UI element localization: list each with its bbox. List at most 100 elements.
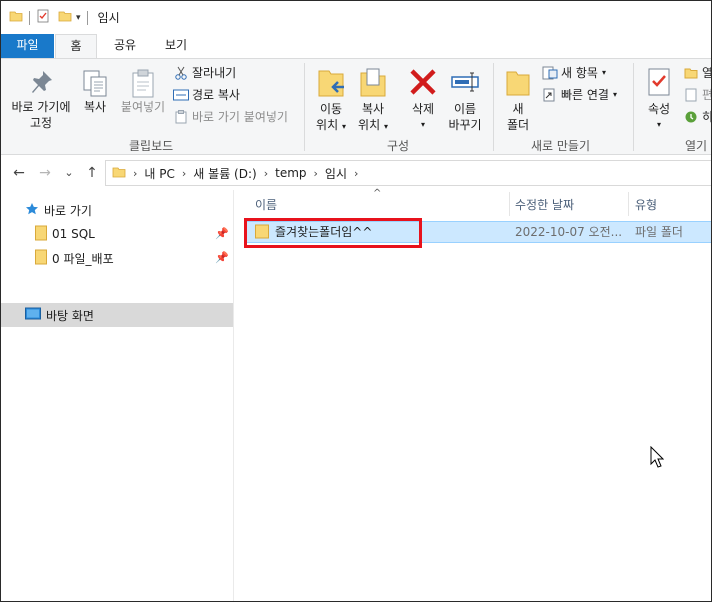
nav-quick-access[interactable]: 바로 가기 [1,199,233,221]
new-group-label: 새로 만들기 [531,139,591,153]
copy-path-button[interactable]: 경로 복사 [173,87,240,103]
breadcrumb-chevron-icon[interactable]: › [264,167,268,180]
star-icon [25,202,39,219]
new-folder-button[interactable]: 새 폴더 [501,67,535,133]
title-bar: ▾ 임시 [1,1,711,34]
desktop-icon [25,307,41,324]
open-label: 열 [702,66,712,80]
column-header-modified[interactable]: 수정한 날짜 [505,192,625,218]
copy-to-line2: 위치 [358,118,381,132]
breadcrumb-current[interactable]: 임시 [325,165,347,182]
file-list: ^ 이름 수정한 날짜 유형 즐겨찾는폴더임^^ 2022-10-07 오전..… [237,188,711,601]
breadcrumb-temp[interactable]: temp [275,166,306,180]
back-arrow-icon[interactable]: ← [9,163,29,183]
move-to-button[interactable]: 이동 위치 ▾ [311,67,351,135]
rename-button[interactable]: 이름 바꾸기 [445,67,485,133]
breadcrumb-chevron-icon[interactable]: › [182,167,186,180]
nav-item-desktop[interactable]: 바탕 화면 [1,303,233,327]
new-item-label: 새 항목 [561,66,598,80]
folder-icon[interactable] [9,9,23,26]
tab-file[interactable]: 파일 [1,34,54,58]
new-folder-icon[interactable] [58,9,72,26]
ribbon-tabs: 파일 홈 공유 보기 [1,34,711,59]
open-button[interactable]: 열 [683,65,712,81]
copy-path-label: 경로 복사 [192,88,240,102]
paste-button[interactable]: 붙여넣기 [115,69,171,115]
copy-button[interactable]: 복사 [77,69,113,115]
pin-label-line2: 고정 [29,116,53,130]
delete-dropdown-icon[interactable]: ▾ [403,117,443,133]
pin-to-quick-access-button[interactable]: 바로 가기에 고정 [5,69,77,131]
paste-shortcut-button[interactable]: 바로 가기 붙여넣기 [173,109,288,125]
recent-locations-icon[interactable]: ⌄ [59,163,79,183]
breadcrumb-chevron-icon[interactable]: › [133,167,137,180]
easy-access-label: 빠른 연결 [561,88,609,102]
rename-line1: 이름 [453,102,477,116]
nav-item-file-deploy[interactable]: 0 파일_배포 📌 [1,247,233,269]
nav-item-label: 01 SQL [52,227,95,241]
customize-dropdown-icon[interactable]: ▾ [76,13,81,23]
history-icon [683,109,699,125]
breadcrumb-this-pc[interactable]: 내 PC [144,165,174,182]
column-header-name[interactable]: 이름 [245,192,509,218]
new-item-button[interactable]: 새 항목 ▾ [542,65,606,81]
edit-button[interactable]: 편 [683,87,712,103]
nav-item-label: 0 파일_배포 [52,251,114,266]
explorer-window: ▾ 임시 파일 홈 공유 보기 바로 가기에 고정 복사 붙여넣기 잘라내기 경… [0,0,712,602]
scissors-icon [173,65,189,81]
properties-button[interactable]: 속성 ▾ [641,67,677,133]
move-to-dropdown-icon[interactable]: ▾ [342,122,346,131]
cut-label: 잘라내기 [192,66,237,80]
group-separator [304,63,305,151]
pin-icon[interactable]: 📌 [215,251,229,264]
open-icon [683,65,699,81]
column-header-type[interactable]: 유형 [625,192,711,218]
address-bar[interactable]: › 내 PC › 새 볼륨 (D:) › temp › 임시 › [105,160,711,186]
paste-label: 붙여넣기 [120,100,166,114]
pin-icon [5,69,77,99]
new-item-icon [542,65,558,81]
properties-dropdown-icon[interactable]: ▾ [641,117,677,133]
file-type: 파일 폴더 [635,225,683,239]
organize-group-label: 구성 [387,139,410,153]
up-arrow-icon[interactable]: ↑ [82,163,102,183]
rename-icon [445,67,485,101]
group-separator-2 [493,63,494,151]
paste-icon [115,69,171,99]
group-separator-3 [633,63,634,151]
nav-item-01-sql[interactable]: 01 SQL 📌 [1,223,233,245]
new-item-dropdown-icon[interactable]: ▾ [602,65,606,81]
properties-icon[interactable] [36,9,50,26]
copy-path-icon [173,87,189,103]
breadcrumb-chevron-icon[interactable]: › [354,167,358,180]
edit-label: 편 [702,88,712,102]
folder-icon [35,249,47,268]
cut-button[interactable]: 잘라내기 [173,65,236,81]
forward-arrow-icon[interactable]: → [35,163,55,183]
pin-icon[interactable]: 📌 [215,227,229,240]
breadcrumb-volume-d[interactable]: 새 볼륨 (D:) [193,165,256,182]
open-group-label: 열기 [685,139,708,153]
folder-icon [35,225,47,244]
copy-to-dropdown-icon[interactable]: ▾ [384,122,388,131]
pane-splitter[interactable] [233,190,234,601]
copy-to-button[interactable]: 복사 위치 ▾ [353,67,393,135]
tab-home[interactable]: 홈 [55,34,97,59]
file-modified: 2022-10-07 오전... [515,225,623,239]
history-button[interactable]: 히 [683,109,712,125]
navigation-bar: ← → ⌄ ↑ › 내 PC › 새 볼륨 (D:) › temp › 임시 › [1,156,711,190]
delete-button[interactable]: 삭제 ▾ [403,67,443,133]
breadcrumb-chevron-icon[interactable]: › [314,167,318,180]
easy-access-dropdown-icon[interactable]: ▾ [613,87,617,103]
tab-share[interactable]: 공유 [103,34,147,58]
new-folder-large-icon [501,67,535,101]
navigation-pane: 바로 가기 01 SQL 📌 0 파일_배포 📌 바탕 화면 [1,190,233,601]
copy-label: 복사 [83,100,107,114]
tab-view[interactable]: 보기 [153,34,199,58]
title-separator-2 [86,10,88,25]
ribbon: 바로 가기에 고정 복사 붙여넣기 잘라내기 경로 복사 바로 가기 붙여넣기 … [1,58,712,155]
new-folder-line2: 폴더 [506,118,530,132]
history-label: 히 [702,110,712,124]
pin-label-line1: 바로 가기에 [11,100,71,114]
easy-access-button[interactable]: 빠른 연결 ▾ [542,87,617,103]
